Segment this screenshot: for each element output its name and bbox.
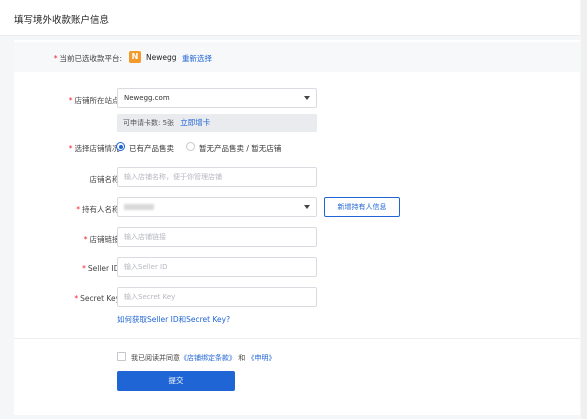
store-name-label: 店铺名称: [89,175,122,184]
agreement-text: 我已阅读并同意《店铺绑定条款》 和 《申明》 [131,353,275,363]
store-link-input[interactable]: 输入店铺链接 [117,227,317,247]
radio-has-products[interactable] [116,142,125,151]
holder-selected-value [124,204,154,210]
header: 填写境外收款账户信息 [0,0,580,36]
platform-label: * 当前已选收款平台: [14,53,122,64]
holder-select[interactable] [117,197,317,217]
site-select[interactable]: Newegg.com [117,88,317,108]
secret-key-placeholder: 输入Secret Key [124,293,176,301]
page: 填写境外收款账户信息 * 当前已选收款平台: N Newegg 重新选择 * 店铺所… [0,0,587,419]
required-mark: * [74,294,79,303]
required-mark: * [68,96,73,105]
divider [14,338,580,339]
newegg-logo-icon: N [129,51,141,63]
card-quota-bar: 可申请卡数: 5张 立即增卡 [117,114,317,132]
form-panel: * 当前已选收款平台: N Newegg 重新选择 * 店铺所在站点: Newegg… [14,40,580,415]
submit-button[interactable]: 提交 [117,371,235,391]
caret-down-icon [304,96,310,100]
required-mark: * [76,205,80,214]
site-label: * 店铺所在站点: [14,95,122,106]
scrollbar[interactable] [581,0,587,419]
agreement-prefix: 我已阅读并同意 [131,354,180,362]
store-terms-link[interactable]: 《店铺绑定条款》 [180,354,236,362]
agree-checkbox[interactable] [117,352,126,361]
store-status-label: * 选择店铺情况: [14,143,122,154]
holder-label-text: 持有人名称: [81,205,122,214]
statement-link[interactable]: 《申明》 [247,354,275,362]
store-name-placeholder: 输入店铺名称，便于你管理店铺 [124,173,222,181]
platform-name: Newegg [146,53,177,62]
radio-no-products[interactable] [186,142,195,151]
radio-has-products-label[interactable]: 已有产品售卖 [129,143,174,154]
seller-id-label: * Seller ID: [14,264,122,273]
seller-id-input[interactable]: 输入Seller ID [117,257,317,277]
required-mark: * [82,264,86,273]
secret-key-label: * Secret Key: [14,294,122,303]
platform-label-text: 当前已选收款平台: [59,54,122,63]
store-link-placeholder: 输入店铺链接 [124,233,166,241]
store-status-label-text: 选择店铺情况: [74,144,122,153]
apply-card-link[interactable]: 立即增卡 [180,118,210,127]
page-title: 填写境外收款账户信息 [14,15,110,26]
site-label-text: 店铺所在站点: [74,96,122,105]
card-quota-text: 可申请卡数: 5张 [123,119,175,127]
secret-key-input[interactable]: 输入Secret Key [117,287,317,307]
required-mark: * [68,144,73,153]
reselect-platform-link[interactable]: 重新选择 [182,53,212,64]
how-to-get-keys-link[interactable]: 如何获取Seller ID和Secret Key? [117,314,230,325]
required-mark: * [53,54,58,63]
seller-id-placeholder: 输入Seller ID [124,263,168,271]
required-mark: * [83,235,88,244]
site-select-value: Newegg.com [124,94,170,102]
add-holder-button[interactable]: 新增持有人信息 [324,197,400,217]
holder-label: * 持有人名称: [14,204,122,215]
radio-no-products-label[interactable]: 暂无产品售卖 / 暂无店铺 [199,143,281,154]
secret-key-label-text: Secret Key: [80,294,122,303]
caret-down-icon [304,205,310,209]
store-link-label: * 店铺链接: [14,234,122,245]
store-name-input[interactable]: 输入店铺名称，便于你管理店铺 [117,167,317,187]
